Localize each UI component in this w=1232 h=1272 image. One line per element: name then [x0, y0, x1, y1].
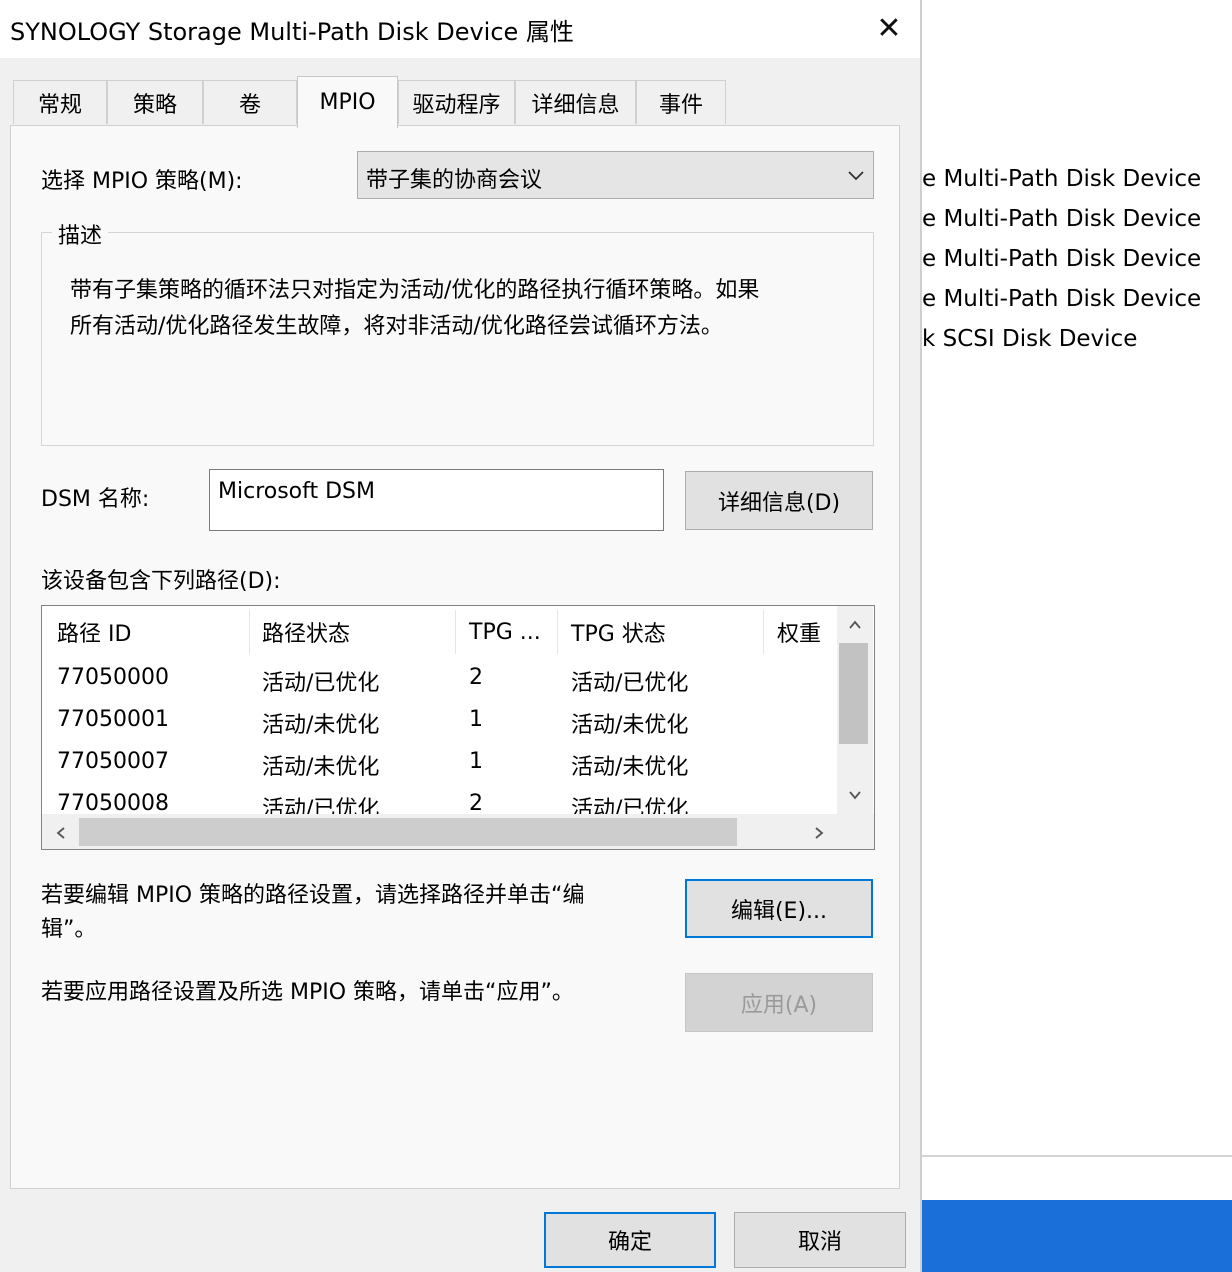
cell-tpg-state: 活动/未优化: [571, 755, 689, 780]
column-header-tpg-id[interactable]: TPG ...: [469, 610, 541, 654]
ok-button[interactable]: 确定: [544, 1212, 716, 1268]
horizontal-scroll-thumb[interactable]: [79, 818, 737, 846]
dsm-name-value: Microsoft DSM: [218, 479, 375, 504]
cell-tpg-id: 1: [469, 707, 483, 732]
cell-tpg-state: 活动/未优化: [571, 713, 689, 738]
background-window: e Multi-Path Disk Device e Multi-Path Di…: [920, 0, 1232, 1272]
description-line: 所有活动/优化路径发生故障，将对非活动/优化路径尝试循环方法。: [70, 314, 723, 339]
description-group: 描述 带有子集策略的循环法只对指定为活动/优化的路径执行循环策略。如果 所有活动…: [41, 218, 874, 446]
cell-tpg-id: 2: [469, 665, 483, 690]
column-divider[interactable]: [763, 610, 764, 654]
cell-path-state: 活动/已优化: [262, 671, 380, 696]
properties-dialog: SYNOLOGY Storage Multi-Path Disk Device …: [0, 0, 920, 1272]
tab-events[interactable]: 事件: [636, 80, 726, 124]
background-device-item[interactable]: k SCSI Disk Device: [922, 326, 1137, 352]
cell-tpg-id: 1: [469, 749, 483, 774]
background-device-item[interactable]: e Multi-Path Disk Device: [922, 166, 1201, 192]
tab-volumes[interactable]: 卷: [203, 80, 297, 124]
scroll-right-icon[interactable]: [802, 816, 836, 849]
tab-details[interactable]: 详细信息: [515, 80, 636, 124]
mpio-policy-select[interactable]: 带子集的协商会议: [357, 151, 874, 199]
scrollbar-corner: [837, 814, 874, 849]
chevron-down-icon: [848, 171, 864, 181]
column-header-weight[interactable]: 权重: [777, 610, 821, 654]
apply-hint: 若要应用路径设置及所选 MPIO 策略，请单击“应用”。: [41, 980, 574, 1005]
path-list[interactable]: 路径 ID 路径状态 TPG ... TPG 状态 权重 77050000 活动…: [41, 605, 875, 850]
tab-policies[interactable]: 策略: [107, 80, 203, 124]
tab-mpio[interactable]: MPIO: [297, 76, 398, 128]
scroll-up-icon[interactable]: [838, 608, 872, 642]
paths-label: 该设备包含下列路径(D):: [41, 569, 281, 594]
column-divider[interactable]: [249, 610, 250, 654]
policy-selected-value: 带子集的协商会议: [366, 168, 543, 193]
tab-driver[interactable]: 驱动程序: [398, 80, 515, 124]
background-device-item[interactable]: e Multi-Path Disk Device: [922, 286, 1201, 312]
policy-label: 选择 MPIO 策略(M):: [41, 169, 243, 194]
background-divider: [922, 1155, 1232, 1157]
close-icon[interactable]: ✕: [866, 6, 912, 50]
cell-path-id: 77050001: [57, 707, 169, 732]
tab-general[interactable]: 常规: [13, 80, 107, 124]
cell-tpg-state: 活动/已优化: [571, 671, 689, 696]
edit-hint: 若要编辑 MPIO 策略的路径设置，请选择路径并单击“编 辑”。: [41, 879, 584, 947]
cell-path-state: 活动/未优化: [262, 755, 380, 780]
cell-tpg-id: 2: [469, 791, 483, 816]
apply-button[interactable]: 应用(A): [685, 973, 873, 1032]
cell-path-id: 77050008: [57, 791, 169, 816]
dsm-name-field[interactable]: Microsoft DSM: [209, 469, 664, 531]
cancel-button[interactable]: 取消: [734, 1212, 906, 1268]
details-button[interactable]: 详细信息(D): [685, 471, 873, 530]
scroll-down-icon[interactable]: [838, 778, 872, 812]
background-device-item[interactable]: e Multi-Path Disk Device: [922, 206, 1201, 232]
scroll-left-icon[interactable]: [44, 816, 78, 849]
cell-path-state: 活动/未优化: [262, 713, 380, 738]
column-header-path-id[interactable]: 路径 ID: [57, 610, 131, 654]
mpio-panel: 选择 MPIO 策略(M): 带子集的协商会议 描述 带有子集策略的循环法只对指…: [10, 125, 900, 1189]
cell-path-id: 77050000: [57, 665, 169, 690]
description-line: 带有子集策略的循环法只对指定为活动/优化的路径执行循环策略。如果: [70, 278, 760, 303]
background-device-item[interactable]: e Multi-Path Disk Device: [922, 246, 1201, 272]
cell-path-id: 77050007: [57, 749, 169, 774]
column-header-path-state[interactable]: 路径状态: [262, 610, 350, 654]
vertical-scroll-thumb[interactable]: [839, 643, 868, 744]
edit-hint-line: 辑”。: [41, 917, 97, 942]
edit-button[interactable]: 编辑(E)...: [685, 879, 873, 938]
description-text: 带有子集策略的循环法只对指定为活动/优化的路径执行循环策略。如果 所有活动/优化…: [70, 273, 850, 345]
dialog-title: SYNOLOGY Storage Multi-Path Disk Device …: [10, 18, 574, 46]
column-header-tpg-state[interactable]: TPG 状态: [571, 610, 666, 654]
column-divider[interactable]: [557, 610, 558, 654]
edit-hint-line: 若要编辑 MPIO 策略的路径设置，请选择路径并单击“编: [41, 883, 585, 908]
column-divider[interactable]: [455, 610, 456, 654]
title-bar[interactable]: SYNOLOGY Storage Multi-Path Disk Device …: [0, 0, 920, 58]
taskbar: [922, 1200, 1232, 1272]
description-legend: 描述: [52, 218, 109, 250]
dsm-name-label: DSM 名称:: [41, 487, 150, 512]
